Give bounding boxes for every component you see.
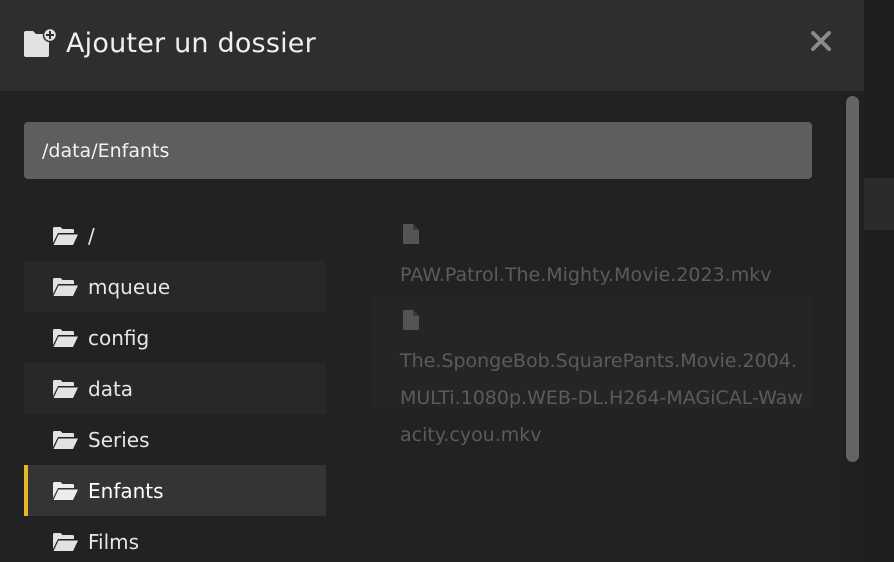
folder-open-icon — [53, 379, 78, 398]
dialog-header: Ajouter un dossier — [0, 0, 864, 91]
close-icon — [811, 31, 831, 51]
folder-item-config[interactable]: config — [24, 312, 326, 363]
file-icon — [403, 224, 419, 244]
file-name: PAW.Patrol.The.Mighty.Movie.2023.mkv — [400, 264, 772, 286]
folder-open-icon — [53, 328, 78, 347]
file-item[interactable]: PAW.Patrol.The.Mighty.Movie.2023.mkv — [373, 210, 811, 296]
add-folder-dialog: Ajouter un dossier / mq — [0, 0, 864, 562]
close-button[interactable] — [806, 26, 836, 56]
folder-label: Films — [88, 529, 140, 554]
scrollbar-thumb[interactable] — [846, 96, 859, 462]
file-name: The.SpongeBob.SquarePants.Movie.2004.MUL… — [400, 350, 803, 446]
folder-open-icon — [53, 430, 78, 449]
folder-item-mqueue[interactable]: mqueue — [24, 261, 326, 312]
folder-open-icon — [53, 532, 78, 551]
folder-label: Series — [88, 427, 150, 452]
folder-open-icon — [53, 226, 78, 245]
folder-item-enfants[interactable]: Enfants — [24, 465, 326, 516]
folder-label: / — [88, 223, 95, 248]
folder-list: / mqueue config data Series Enfants Film… — [24, 210, 326, 562]
file-item[interactable]: The.SpongeBob.SquarePants.Movie.2004.MUL… — [373, 296, 811, 446]
folder-label: data — [88, 376, 134, 401]
folder-item-films[interactable]: Films — [24, 516, 326, 562]
folder-open-icon — [53, 277, 78, 296]
folder-label: mqueue — [88, 274, 171, 299]
folder-plus-icon — [24, 28, 57, 57]
dialog-body: / mqueue config — [0, 91, 842, 562]
folder-label: Enfants — [88, 478, 164, 503]
path-input[interactable] — [24, 122, 812, 179]
dialog-title: Ajouter un dossier — [66, 28, 316, 59]
folder-item-series[interactable]: Series — [24, 414, 326, 465]
folder-item-root[interactable]: / — [24, 210, 326, 261]
folder-open-icon — [53, 481, 78, 500]
folder-item-data[interactable]: data — [24, 363, 326, 414]
file-icon — [403, 310, 419, 330]
folder-label: config — [88, 325, 150, 350]
background-panel-strip — [864, 178, 894, 230]
file-list: PAW.Patrol.The.Mighty.Movie.2023.mkv The… — [373, 210, 811, 446]
